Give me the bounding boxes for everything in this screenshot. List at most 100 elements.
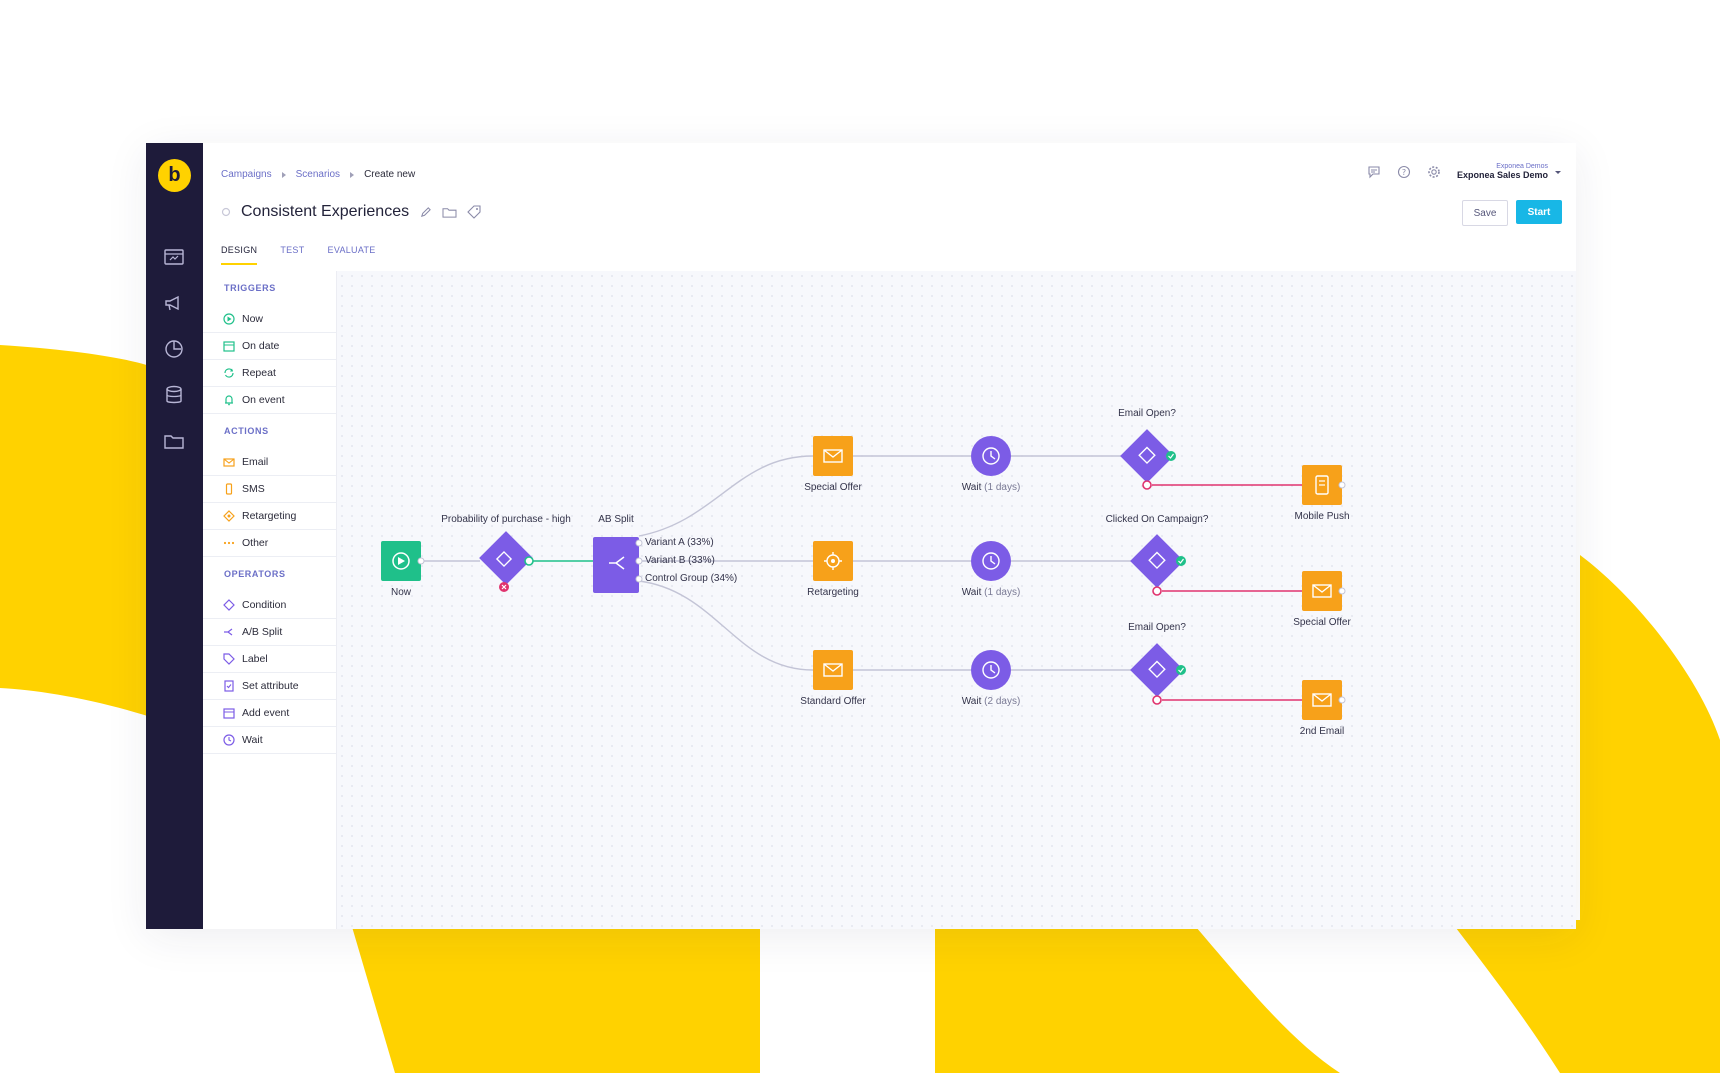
node-label-retargeting: Retargeting <box>807 587 859 598</box>
palette-item-on-event[interactable]: On event <box>203 387 336 414</box>
palette-item-other[interactable]: Other <box>203 530 336 557</box>
account-switcher[interactable]: Exponea Demos Exponea Sales Demo <box>1457 163 1548 180</box>
palette-item-label: Now <box>242 313 264 325</box>
palette-item-retargeting[interactable]: Retargeting <box>203 503 336 530</box>
palette-item-label: Label <box>242 653 268 665</box>
palette-item-label: A/B Split <box>242 626 283 638</box>
node-email-open-2[interactable] <box>1130 643 1186 705</box>
node-standard-offer[interactable] <box>813 650 853 690</box>
split-branch-a: Variant A (33%) <box>645 537 714 548</box>
node-now[interactable] <box>381 541 425 581</box>
attribute-icon <box>223 680 235 692</box>
palette-item-add-event[interactable]: Add event <box>203 700 336 727</box>
node-clicked-on-campaign[interactable] <box>1130 534 1186 596</box>
palette-item-label: Repeat <box>242 367 276 379</box>
palette-item-now[interactable]: Now <box>203 306 336 333</box>
folder-icon[interactable] <box>162 429 186 453</box>
event-icon <box>223 707 235 719</box>
node-label-email-open-2: Email Open? <box>1128 622 1186 633</box>
svg-text:?: ? <box>1402 168 1406 177</box>
node-wait-2[interactable] <box>971 541 1011 581</box>
account-name: Exponea Sales Demo <box>1456 170 1548 180</box>
bell-icon <box>223 394 235 406</box>
node-ab-split[interactable] <box>593 537 643 593</box>
node-condition-probability[interactable] <box>479 531 534 592</box>
node-email-open-1[interactable] <box>1120 429 1176 490</box>
node-label-wait-3: Wait (2 days) <box>962 696 1021 707</box>
tab-bar: DESIGN TEST EVALUATE <box>221 245 376 265</box>
breadcrumb: Campaigns Scenarios Create new <box>221 169 415 180</box>
chat-icon[interactable] <box>1367 165 1381 179</box>
tab-test[interactable]: TEST <box>280 245 304 265</box>
node-label-special-offer-2: Special Offer <box>1293 617 1351 628</box>
analytics-pie-icon[interactable] <box>162 337 186 361</box>
tab-evaluate[interactable]: EVALUATE <box>328 245 376 265</box>
brand-logo[interactable]: b <box>158 159 191 192</box>
tab-design[interactable]: DESIGN <box>221 245 258 265</box>
tag-icon <box>223 653 235 665</box>
wait-word: Wait <box>961 482 982 493</box>
breadcrumb-current: Create new <box>364 169 416 180</box>
page-title[interactable]: Consistent Experiences <box>241 203 409 221</box>
palette-item-label: On event <box>242 394 285 406</box>
breadcrumb-scenarios[interactable]: Scenarios <box>296 169 340 180</box>
palette-section-operators: OPERATORS <box>224 569 286 579</box>
node-2nd-email[interactable] <box>1302 680 1346 720</box>
palette-item-on-date[interactable]: On date <box>203 333 336 360</box>
palette-item-repeat[interactable]: Repeat <box>203 360 336 387</box>
caret-down-icon[interactable] <box>1554 168 1562 176</box>
palette-item-label: SMS <box>242 483 265 495</box>
help-icon[interactable]: ? <box>1397 165 1411 179</box>
palette-item-label: Add event <box>242 707 290 719</box>
diamond-icon <box>223 599 235 611</box>
split-branch-b: Variant B (33%) <box>645 555 715 566</box>
nav-rail: b <box>146 143 203 929</box>
palette-item-label: Wait <box>242 734 263 746</box>
database-icon[interactable] <box>162 383 186 407</box>
palette-item-label-node[interactable]: Label <box>203 646 336 673</box>
palette-item-label: Retargeting <box>242 510 297 522</box>
palette-item-email[interactable]: Email <box>203 449 336 476</box>
node-label-now: Now <box>390 587 412 598</box>
node-special-offer[interactable] <box>813 436 853 476</box>
node-palette: TRIGGERS Now On date Repeat On event ACT… <box>203 271 337 929</box>
node-retargeting[interactable] <box>813 541 853 581</box>
wait-duration: (1 days) <box>984 587 1021 598</box>
palette-section-actions: ACTIONS <box>224 426 269 436</box>
node-label-special-offer: Special Offer <box>804 482 862 493</box>
node-label-wait-1: Wait (1 days) <box>962 482 1021 493</box>
pencil-icon[interactable] <box>419 206 432 219</box>
account-org: Exponea Demos <box>1496 163 1548 170</box>
node-label-email-open-1: Email Open? <box>1118 408 1176 419</box>
split-branch-control: Control Group (34%) <box>645 573 738 584</box>
wait-duration: (1 days) <box>984 482 1021 493</box>
breadcrumb-campaigns[interactable]: Campaigns <box>221 169 272 180</box>
node-label-2nd-email: 2nd Email <box>1299 726 1345 737</box>
dashboard-icon[interactable] <box>162 245 186 269</box>
palette-item-wait[interactable]: Wait <box>203 727 336 754</box>
tag-icon[interactable] <box>467 205 481 219</box>
flow-graph <box>381 429 1346 720</box>
flow-canvas[interactable]: Now Probability of purchase - high AB Sp… <box>337 271 1576 929</box>
header-tools: ? Exponea Demos Exponea Sales Demo <box>1367 163 1562 180</box>
palette-section-triggers: TRIGGERS <box>224 283 276 293</box>
start-button[interactable]: Start <box>1516 200 1562 224</box>
node-special-offer-2[interactable] <box>1302 571 1346 611</box>
node-wait-3[interactable] <box>971 650 1011 690</box>
node-mobile-push[interactable] <box>1302 465 1346 505</box>
gear-icon[interactable] <box>1427 165 1441 179</box>
save-button[interactable]: Save <box>1462 200 1508 226</box>
palette-item-condition[interactable]: Condition <box>203 592 336 619</box>
envelope-icon <box>223 456 235 468</box>
node-label-clicked: Clicked On Campaign? <box>1105 514 1209 525</box>
header: Campaigns Scenarios Create new Consisten… <box>203 143 1576 271</box>
folder-icon[interactable] <box>442 206 457 219</box>
megaphone-icon[interactable] <box>162 291 186 315</box>
clock-icon <box>223 734 235 746</box>
wait-duration: (2 days) <box>984 696 1021 707</box>
target-icon <box>223 510 235 522</box>
palette-item-set-attribute[interactable]: Set attribute <box>203 673 336 700</box>
node-wait-1[interactable] <box>971 436 1011 476</box>
palette-item-ab-split[interactable]: A/B Split <box>203 619 336 646</box>
palette-item-sms[interactable]: SMS <box>203 476 336 503</box>
